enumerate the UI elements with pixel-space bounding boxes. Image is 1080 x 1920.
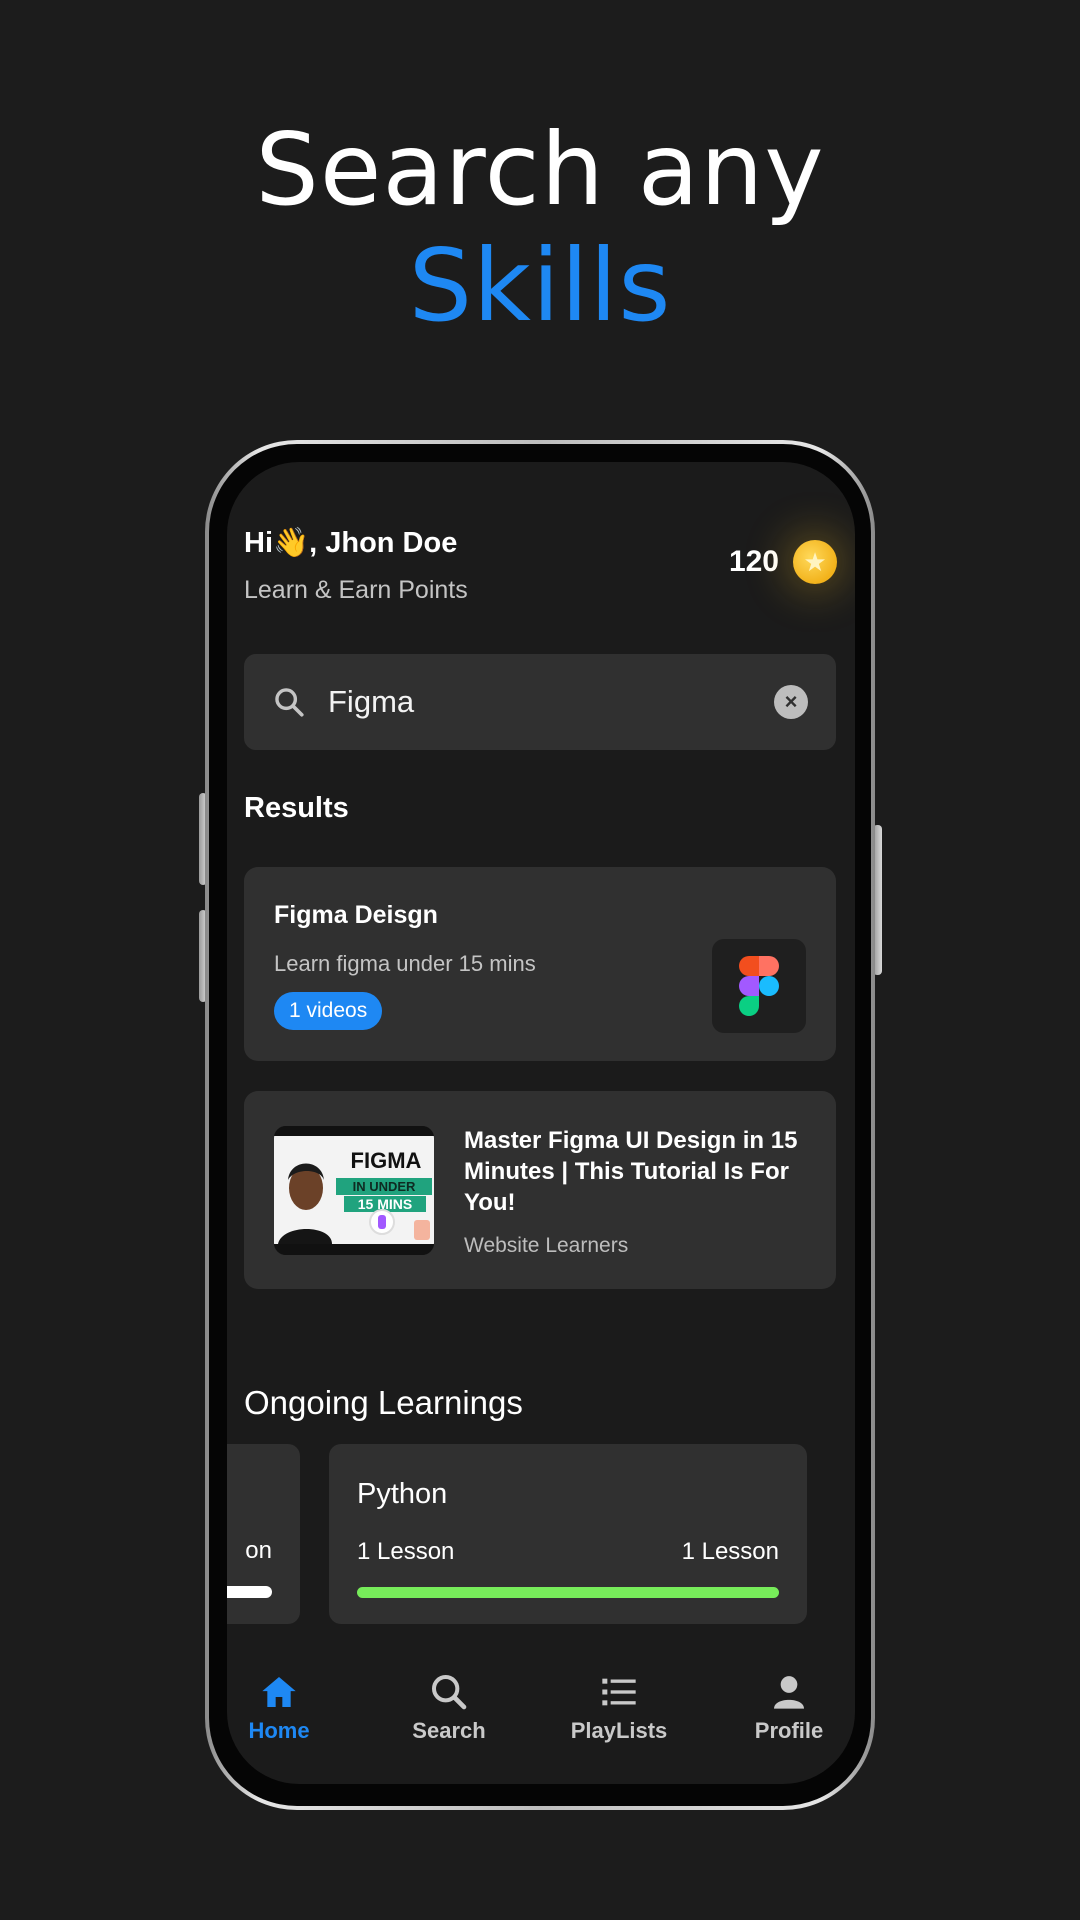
video-author: Website Learners xyxy=(464,1234,629,1257)
search-bar[interactable]: Figma × xyxy=(244,654,836,750)
video-title: Master Figma UI Design in 15 Minutes | T… xyxy=(464,1127,798,1216)
ongoing-card-partial-label: on xyxy=(245,1537,272,1564)
profile-icon xyxy=(774,1676,804,1709)
nav-item-home[interactable]: Home xyxy=(227,1672,339,1744)
ongoing-card-partial-progress xyxy=(227,1586,272,1598)
video-thumbnail[interactable]: FIGMA IN UNDER 15 MINS xyxy=(274,1126,434,1255)
nav-item-label: Profile xyxy=(754,1718,824,1743)
nav-item-label: Home xyxy=(248,1718,310,1743)
bottom-nav: Home Search PlayLists Profile xyxy=(227,1672,855,1782)
points-display[interactable]: 120 ★ xyxy=(729,540,837,584)
home-icon xyxy=(262,1677,296,1707)
search-icon xyxy=(275,688,304,717)
ongoing-card-title: Python xyxy=(357,1478,448,1510)
nav-item-label: Search xyxy=(412,1718,486,1743)
thumbnail-title-line-3: 15 MINS xyxy=(357,1196,413,1212)
thumbnail-title-line-2: IN UNDER xyxy=(352,1179,416,1194)
app-screen: Hi👋, Jhon Doe Learn & Earn Points 120 ★ … xyxy=(227,462,855,1784)
phone-bezel: Hi👋, Jhon Doe Learn & Earn Points 120 ★ … xyxy=(209,444,871,1806)
ongoing-card-progress-bar xyxy=(357,1587,779,1598)
points-value: 120 xyxy=(728,545,779,578)
search-input[interactable]: Figma xyxy=(328,684,774,720)
ongoing-card-lessons-done: 1 Lesson xyxy=(357,1538,455,1565)
video-count-badge: 1 videos xyxy=(274,992,383,1030)
thumbnail-title-line-1: FIGMA xyxy=(350,1148,422,1173)
ongoing-heading: Ongoing Learnings xyxy=(244,1384,523,1421)
phone-frame: Hi👋, Jhon Doe Learn & Earn Points 120 ★ … xyxy=(205,440,875,1810)
ongoing-card-lessons-total: 1 Lesson xyxy=(681,1538,779,1565)
nav-item-profile[interactable]: Profile xyxy=(729,1672,849,1744)
ongoing-card-partial[interactable]: on xyxy=(227,1444,300,1624)
nav-item-playlists[interactable]: PlayLists xyxy=(559,1672,679,1744)
headline-line-1: Search any xyxy=(255,111,825,228)
search-icon xyxy=(432,1675,467,1710)
results-heading: Results xyxy=(244,792,349,824)
figma-logo-icon xyxy=(712,939,806,1033)
star-coin-icon: ★ xyxy=(793,540,837,584)
headline-line-2: Skills xyxy=(408,227,672,344)
course-result-card[interactable]: Figma Deisgn Learn figma under 15 mins 1… xyxy=(244,867,836,1061)
ongoing-card-python[interactable]: Python 1 Lesson 1 Lesson xyxy=(329,1444,807,1624)
video-result-card[interactable]: FIGMA IN UNDER 15 MINS Master Figma UI D… xyxy=(244,1091,836,1289)
greeting: Hi👋, Jhon Doe xyxy=(244,527,458,559)
course-subtitle: Learn figma under 15 mins xyxy=(274,951,536,976)
close-icon[interactable]: × xyxy=(774,685,808,719)
course-title: Figma Deisgn xyxy=(274,901,438,929)
nav-item-label: PlayLists xyxy=(570,1718,668,1743)
nav-item-search[interactable]: Search xyxy=(389,1672,509,1744)
greeting-subtitle: Learn & Earn Points xyxy=(244,576,468,604)
playlist-icon xyxy=(602,1678,636,1706)
headline: Search any Skills xyxy=(0,112,1080,344)
